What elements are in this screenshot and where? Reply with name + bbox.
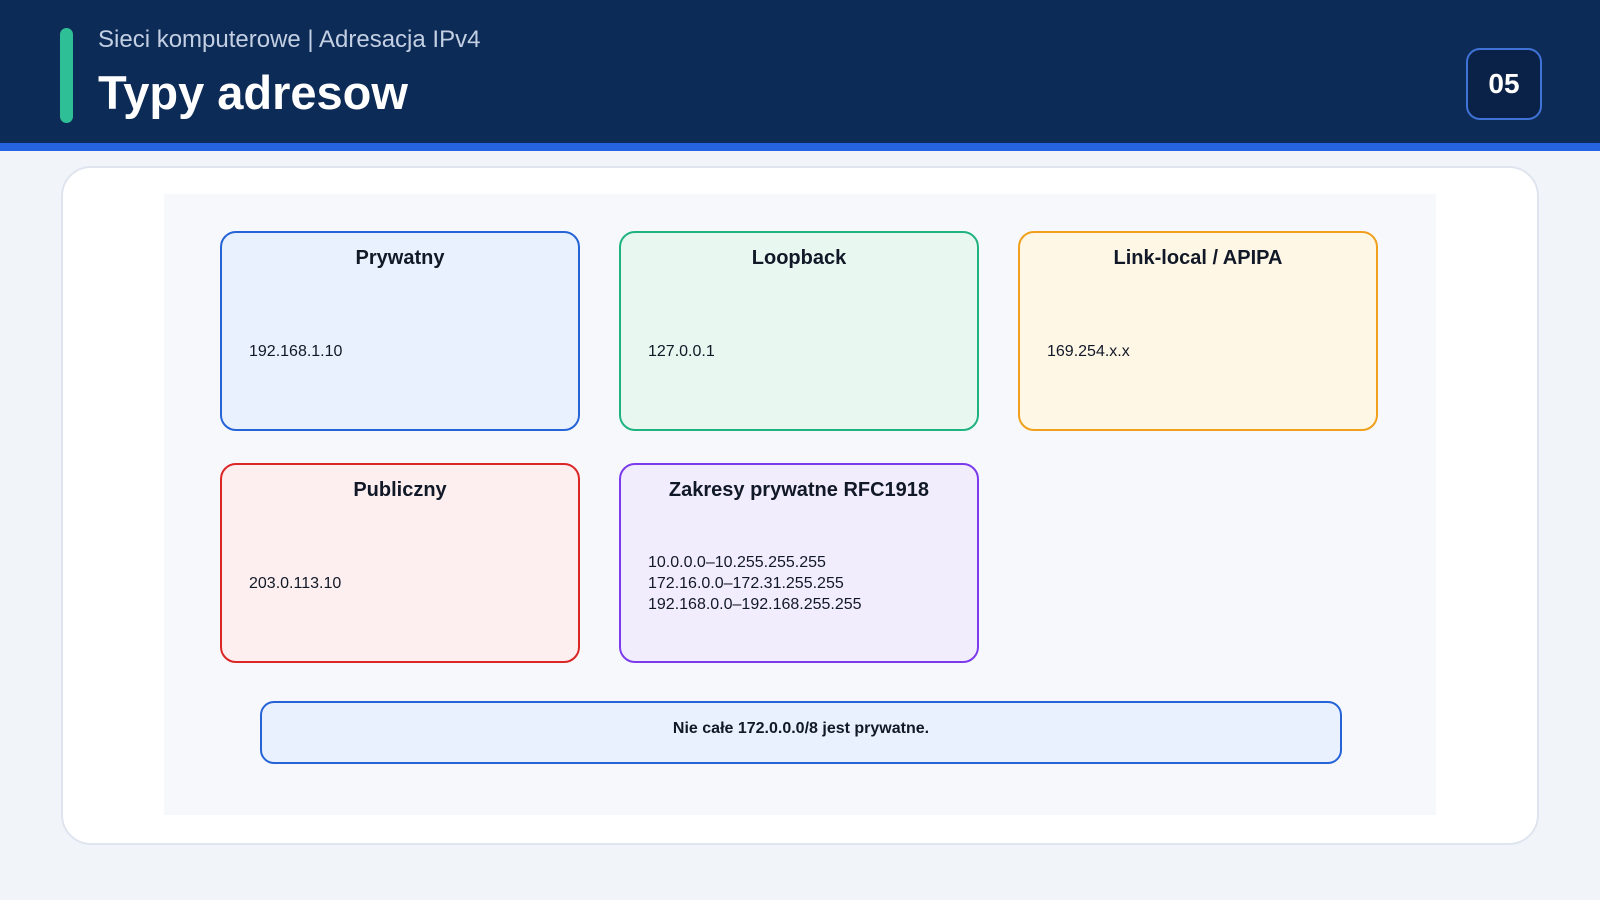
node-range: 10.0.0.0–10.255.255.255 (648, 553, 826, 571)
node-range: 192.168.0.0–192.168.255.255 (648, 595, 862, 613)
note-box: Nie całe 172.0.0.0/8 jest prywatne. (260, 701, 1342, 764)
page-title: Typy adresow (98, 66, 408, 119)
node-address: 127.0.0.1 (648, 342, 715, 360)
node-title: Loopback (751, 247, 847, 269)
subtitle: Sieci komputerowe | Adresacja IPv4 (98, 26, 481, 53)
page-number-badge: 05 (1466, 48, 1542, 120)
node-title: Prywatny (355, 247, 445, 269)
node-title: Link-local / APIPA (1113, 247, 1283, 269)
node-body: 192.168.1.10 (249, 283, 568, 419)
node-body: 203.0.113.10 (249, 515, 568, 651)
node-body: 169.254.x.x (1047, 283, 1366, 419)
node-body: 127.0.0.1 (648, 283, 967, 419)
node-linklocal: Link-local / APIPA 169.254.x.x (1018, 231, 1378, 431)
node-loopback: Loopback 127.0.0.1 (619, 231, 979, 431)
header-accent-line (0, 143, 1600, 151)
node-title: Publiczny (353, 479, 447, 501)
accent-bar (60, 28, 73, 123)
node-address: 203.0.113.10 (249, 574, 342, 592)
node-address: 169.254.x.x (1047, 342, 1130, 360)
node-address: 192.168.1.10 (249, 342, 343, 360)
node-rfc1918: Zakresy prywatne RFC1918 10.0.0.0–10.255… (619, 463, 979, 663)
node-range: 172.16.0.0–172.31.255.255 (648, 574, 844, 592)
node-public: Publiczny 203.0.113.10 (220, 463, 580, 663)
node-title: Zakresy prywatne RFC1918 (668, 479, 930, 501)
node-body: 10.0.0.0–10.255.255.255 172.16.0.0–172.3… (648, 515, 967, 651)
node-private: Prywatny 192.168.1.10 (220, 231, 580, 431)
